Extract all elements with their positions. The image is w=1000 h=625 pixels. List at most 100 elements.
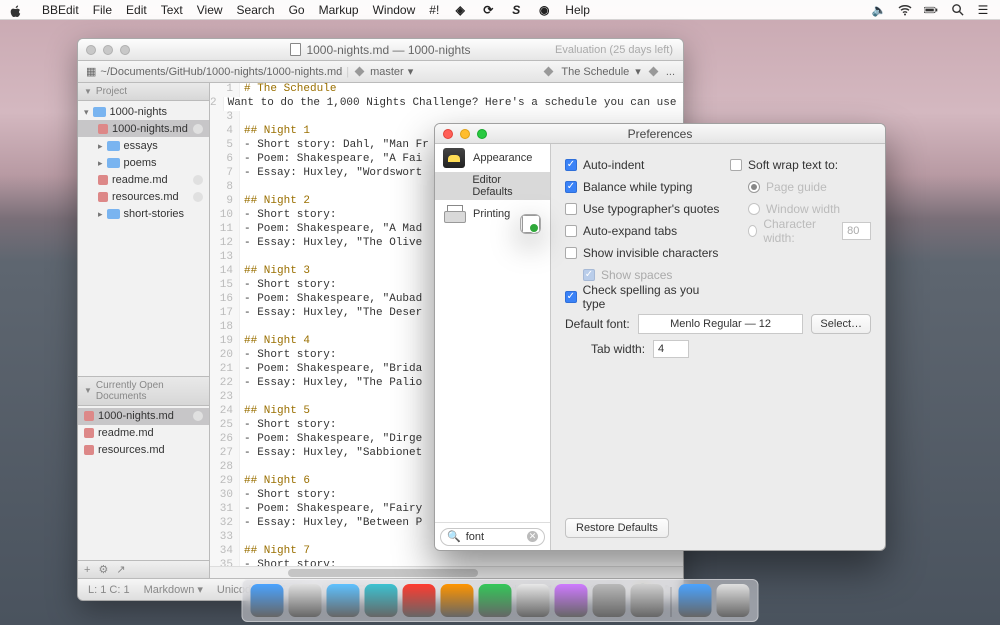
code-line[interactable]: ## Night 5	[240, 405, 310, 419]
code-line[interactable]: ## Night 1	[240, 125, 310, 139]
code-line[interactable]: - Essay: Huxley, "The Olive	[240, 237, 422, 251]
code-line[interactable]: - Short story:	[240, 349, 336, 363]
close-dot-icon[interactable]	[193, 175, 203, 185]
code-line[interactable]: ## Night 7	[240, 545, 310, 559]
navigation-bar[interactable]: ▦ ~/Documents/GitHub/1000-nights/1000-ni…	[78, 61, 683, 83]
prefs-titlebar[interactable]: Preferences	[435, 124, 885, 144]
menu-file[interactable]: File	[93, 3, 112, 17]
spotlight-icon[interactable]	[950, 3, 964, 17]
menu-extra-icon[interactable]: S	[509, 3, 523, 17]
apple-menu-icon[interactable]	[10, 4, 22, 16]
disclosure-icon[interactable]	[98, 157, 103, 169]
battery-icon[interactable]	[924, 3, 938, 17]
select-font-button[interactable]: Select…	[811, 314, 871, 334]
character-width-field[interactable]: 80	[842, 222, 871, 240]
dock-app-icon[interactable]	[441, 584, 474, 617]
code-line[interactable]: - Essay: Huxley, "Between P	[240, 517, 422, 531]
code-line[interactable]	[240, 181, 244, 195]
horizontal-scrollbar[interactable]	[210, 566, 683, 578]
dock-app-icon[interactable]	[679, 584, 712, 617]
code-line[interactable]: - Essay: Huxley, "Wordswort	[240, 167, 422, 181]
dock-app-icon[interactable]	[593, 584, 626, 617]
code-line[interactable]: - Poem: Shakespeare, "Brida	[240, 363, 422, 377]
code-line[interactable]: - Short story:	[240, 419, 336, 433]
disclosure-icon[interactable]: ▦	[86, 65, 96, 78]
notification-center-icon[interactable]: ☰	[976, 3, 990, 17]
branch-crumb[interactable]: master	[370, 66, 404, 78]
disclosure-icon[interactable]	[84, 106, 89, 118]
gear-icon[interactable]: ⚙	[98, 563, 108, 576]
menu-extra-icon[interactable]: ◉	[537, 3, 551, 17]
window-controls[interactable]	[443, 129, 487, 139]
section-crumb[interactable]: ...	[666, 66, 675, 78]
project-item-readme-md[interactable]: readme.md	[78, 171, 209, 188]
app-name[interactable]: BBEdit	[42, 3, 79, 17]
code-line[interactable]: - Essay: Huxley, "The Deser	[240, 307, 422, 321]
prefs-search-input[interactable]: 🔍 font ✕	[440, 528, 545, 546]
menu-markup[interactable]: Markup	[319, 3, 359, 17]
menu-search[interactable]: Search	[237, 3, 275, 17]
dock-app-icon[interactable]	[251, 584, 284, 617]
code-line[interactable]: ## Night 6	[240, 475, 310, 489]
dock-app-icon[interactable]	[289, 584, 322, 617]
volume-icon[interactable]: 🔈	[872, 3, 886, 17]
code-line[interactable]: - Poem: Shakespeare, "Fairy	[240, 503, 422, 517]
open-doc-readme-md[interactable]: readme.md	[78, 425, 209, 442]
typographer-checkbox[interactable]: Use typographer's quotes	[565, 198, 720, 220]
sidebar-project-header[interactable]: ▼Project	[78, 83, 209, 101]
dock-app-icon[interactable]	[555, 584, 588, 617]
dock-app-icon[interactable]	[517, 584, 550, 617]
code-line[interactable]: - Short story:	[240, 279, 336, 293]
close-dot-icon[interactable]	[193, 124, 203, 134]
project-item-resources-md[interactable]: resources.md	[78, 188, 209, 205]
balance-checkbox[interactable]: Balance while typing	[565, 176, 720, 198]
prefs-editor-defaults-row[interactable]: Editor Defaults	[435, 172, 550, 200]
show-invisible-checkbox[interactable]: Show invisible characters	[565, 242, 720, 264]
code-line[interactable]: - Short story:	[240, 209, 336, 223]
tab-width-field[interactable]: 4	[653, 340, 689, 358]
close-dot-icon[interactable]	[193, 411, 203, 421]
language-popup[interactable]: Markdown ▾	[144, 583, 203, 596]
path-crumb[interactable]: ~/Documents/GitHub/1000-nights/1000-nigh…	[100, 66, 342, 78]
code-line[interactable]: - Poem: Shakespeare, "Aubad	[240, 293, 422, 307]
auto-expand-tabs-checkbox[interactable]: Auto-expand tabs	[565, 220, 720, 242]
menu-extra-icon[interactable]: ◈	[453, 3, 467, 17]
code-line[interactable]	[240, 461, 244, 475]
code-line[interactable]: - Short story:	[240, 559, 336, 566]
sidebar-open-docs-header[interactable]: ▼Currently Open Documents	[78, 377, 209, 406]
dock[interactable]	[242, 579, 759, 622]
code-line[interactable]	[240, 531, 244, 545]
menu-extra-icon[interactable]: ⟳	[481, 3, 495, 17]
menu-text[interactable]: Text	[161, 3, 183, 17]
project-item-poems[interactable]: poems	[78, 154, 209, 171]
arrow-icon[interactable]: ↗	[116, 563, 125, 576]
menu-view[interactable]: View	[197, 3, 223, 17]
project-item-1000-nights-md[interactable]: 1000-nights.md	[78, 120, 209, 137]
dock-app-icon[interactable]	[631, 584, 664, 617]
project-item-1000-nights[interactable]: 1000-nights	[78, 103, 209, 120]
code-line[interactable]: - Essay: Huxley, "Sabbionet	[240, 447, 422, 461]
code-line[interactable]: ## Night 2	[240, 195, 310, 209]
code-line[interactable]	[240, 111, 244, 125]
code-line[interactable]: - Poem: Shakespeare, "A Fai	[240, 153, 422, 167]
open-doc-1000-nights-md[interactable]: 1000-nights.md	[78, 408, 209, 425]
code-line[interactable]	[240, 321, 244, 335]
wifi-icon[interactable]	[898, 3, 912, 17]
code-line[interactable]: - Short story:	[240, 489, 336, 503]
prefs-appearance-row[interactable]: Appearance	[435, 144, 550, 172]
code-line[interactable]: # The Schedule	[240, 83, 336, 97]
dock-app-icon[interactable]	[365, 584, 398, 617]
disclosure-icon[interactable]	[98, 140, 103, 152]
editor-titlebar[interactable]: 1000-nights.md — 1000-nights Evaluation …	[78, 39, 683, 61]
restore-defaults-button[interactable]: Restore Defaults	[565, 518, 669, 538]
menu-window[interactable]: Window	[373, 3, 416, 17]
dock-app-icon[interactable]	[717, 584, 750, 617]
section-crumb[interactable]: The Schedule	[561, 66, 629, 78]
clear-search-icon[interactable]: ✕	[527, 531, 538, 542]
code-line[interactable]: - Essay: Huxley, "The Palio	[240, 377, 422, 391]
dock-app-icon[interactable]	[327, 584, 360, 617]
code-line[interactable]: Want to do the 1,000 Nights Challenge? H…	[224, 97, 683, 111]
auto-indent-checkbox[interactable]: Auto-indent	[565, 154, 720, 176]
dock-app-icon[interactable]	[479, 584, 512, 617]
code-line[interactable]: - Poem: Shakespeare, "A Mad	[240, 223, 422, 237]
